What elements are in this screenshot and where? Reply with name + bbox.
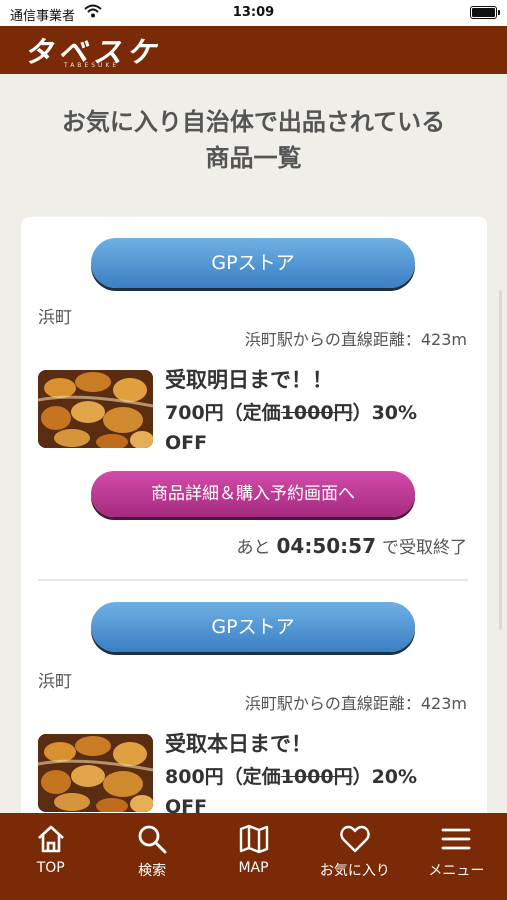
list-price-open: （定価 <box>223 766 281 788</box>
discount-rate: ）30% <box>352 402 418 424</box>
pickup-countdown: あと 04:50:57 で受取終了 <box>21 533 468 558</box>
tab-label: MAP <box>238 860 269 876</box>
tab-favorites[interactable]: お気に入り <box>304 813 405 900</box>
town-label: 浜町 <box>38 308 72 328</box>
tab-label: メニュー <box>428 863 485 879</box>
tab-menu[interactable]: メニュー <box>406 813 507 900</box>
search-icon <box>138 825 167 854</box>
town-label: 浜町 <box>38 672 72 692</box>
list-price-open: （定価 <box>223 402 281 424</box>
countdown-prefix: あと <box>236 538 271 558</box>
detail-button[interactable]: 商品詳細＆購入予約画面へ <box>91 471 415 517</box>
page-title: お気に入り自治体で出品されている 商品一覧 <box>0 104 507 176</box>
battery-icon <box>470 6 497 19</box>
tab-search[interactable]: 検索 <box>101 813 202 900</box>
list-price: 1000円 <box>280 766 353 788</box>
heart-icon <box>340 825 370 853</box>
map-icon <box>239 824 268 854</box>
tab-bar: TOP 検索 MAP お気に入り メニュー <box>0 813 507 900</box>
tab-label: TOP <box>36 860 65 876</box>
list-price: 1000円 <box>280 402 353 424</box>
app-logo-sub: TABESUKE <box>64 62 120 69</box>
pickup-heading: 受取本日まで！ <box>165 732 312 756</box>
scrollbar[interactable] <box>499 290 502 630</box>
home-icon <box>37 825 64 853</box>
countdown-suffix: で受取終了 <box>382 538 467 558</box>
store-button[interactable]: GPストア <box>91 238 415 288</box>
tab-map[interactable]: MAP <box>203 813 304 900</box>
listing-divider <box>38 579 468 581</box>
product-image[interactable] <box>38 370 153 448</box>
status-bar: 通信事業者 13:09 <box>0 0 507 26</box>
app-header: タベスケ TABESUKE <box>0 26 507 74</box>
menu-icon <box>441 828 471 850</box>
discount-off: OFF <box>165 432 208 454</box>
status-time: 13:09 <box>232 5 275 20</box>
listing-card: GPストア 浜町 浜町駅からの直線距離：423m 受取明日まで！！ 700円（定… <box>21 217 487 837</box>
tab-label: 検索 <box>138 863 167 879</box>
sale-price: 800円 <box>165 766 224 788</box>
battery-tip <box>498 10 500 15</box>
tab-top[interactable]: TOP <box>0 813 101 900</box>
pickup-heading: 受取明日まで！！ <box>165 368 333 392</box>
sale-price: 700円 <box>165 402 224 424</box>
tab-label: お気に入り <box>319 863 390 879</box>
discount-rate: ）20% <box>352 766 418 788</box>
page-title-line-1: お気に入り自治体で出品されている <box>61 108 446 136</box>
product-image[interactable] <box>38 734 153 812</box>
store-button[interactable]: GPストア <box>91 602 415 652</box>
distance-label: 浜町駅からの直線距離：423m <box>244 694 467 713</box>
distance-label: 浜町駅からの直線距離：423m <box>244 330 467 349</box>
page-title-line-2: 商品一覧 <box>205 144 302 172</box>
countdown-time: 04:50:57 <box>276 534 377 558</box>
price-text: 700円（定価1000円）30% OFF <box>165 398 465 458</box>
